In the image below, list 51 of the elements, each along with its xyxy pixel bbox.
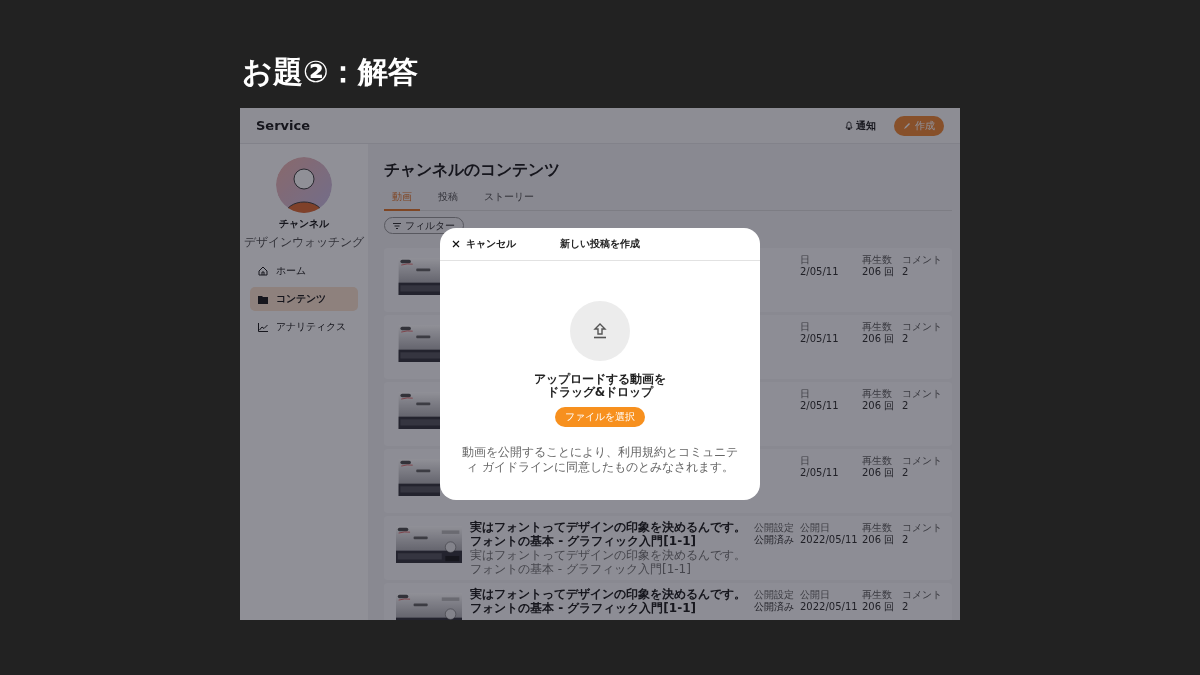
column-label: 再生数: [862, 455, 893, 466]
column-label: コメント: [902, 254, 942, 265]
column-label: 日: [800, 388, 811, 399]
column-label: 日: [800, 254, 811, 265]
comments-value: 2: [902, 467, 910, 479]
views-value: 206 回: [862, 534, 896, 546]
date-value: 2/05/11: [800, 400, 840, 412]
date-value: 2022/05/11: [800, 601, 858, 613]
comments-value: 2: [902, 266, 910, 278]
comments-value: 2: [902, 333, 910, 345]
column-label: 再生数: [862, 254, 893, 265]
column-label: コメント: [902, 388, 942, 399]
modal-title: 新しい投稿を作成: [560, 237, 640, 251]
logo: Service: [256, 118, 311, 133]
column-label: 再生数: [862, 589, 893, 600]
column-label: 再生数: [862, 321, 893, 332]
views-value: 206 回: [862, 467, 896, 479]
comments-value: 2: [902, 534, 910, 546]
terms-note: 動画を公開することにより、利用規約とコミュニティ ガイドラインに同意したものとみなされます。: [461, 445, 739, 475]
column-label: 公開設定: [754, 522, 795, 533]
column-label: 再生数: [862, 522, 893, 533]
column-label: 日: [800, 321, 811, 332]
views-value: 206 回: [862, 266, 896, 278]
channel-name: チャンネル: [279, 217, 329, 231]
column-label: 公開設定: [754, 589, 795, 600]
date-value: 2/05/11: [800, 467, 840, 479]
column-label: コメント: [902, 455, 942, 466]
column-label: 公開日: [800, 522, 831, 533]
column-label: コメント: [902, 321, 942, 332]
video-title: 実はフォントってデザインの印象を決めるんです。フォントの基本 - グラフィック入門[1-1]: [470, 520, 747, 548]
video-description: 実はフォントってデザインの印象を決めるんです。フォントの基本 - グラフィック入門[1-1]: [470, 548, 747, 576]
channel-subtitle: デザインウォッチング: [244, 234, 364, 251]
comments-value: 2: [902, 400, 910, 412]
slide-title: お題②：解答: [242, 54, 419, 90]
views-value: 206 回: [862, 601, 896, 613]
date-value: 2/05/11: [800, 266, 840, 278]
column-label: 再生数: [862, 388, 893, 399]
date-value: 2022/05/11: [800, 534, 858, 546]
drop-instructions: アップロードする動画をドラッグ&ドロップ: [533, 373, 667, 399]
status-value: 公開済み: [754, 534, 795, 546]
views-value: 206 回: [862, 400, 896, 412]
column-label: 日: [800, 455, 811, 466]
column-label: 公開日: [800, 589, 831, 600]
comments-value: 2: [902, 601, 910, 613]
views-value: 206 回: [862, 333, 896, 345]
status-value: 公開済み: [754, 601, 795, 613]
column-label: コメント: [902, 522, 942, 533]
date-value: 2/05/11: [800, 333, 840, 345]
page-title: チャンネルのコンテンツ: [384, 160, 561, 180]
video-title: 実はフォントってデザインの印象を決めるんです。フォントの基本 - グラフィック入門[1-1]: [470, 587, 747, 615]
column-label: コメント: [902, 589, 942, 600]
